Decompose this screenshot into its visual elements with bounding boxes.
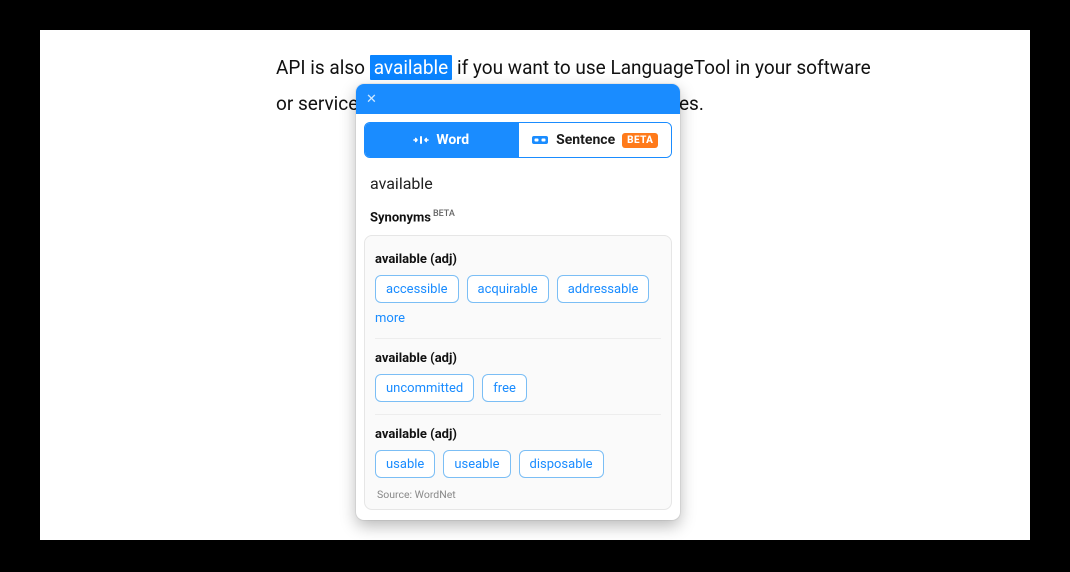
lookup-word: available	[356, 158, 680, 197]
tab-sentence[interactable]: Sentence BETA	[518, 123, 672, 157]
tabs-container: Word Sentence BETA	[356, 114, 680, 158]
source-text: Source: WordNet	[375, 486, 661, 503]
synonyms-title-text: Synonyms	[370, 210, 431, 225]
synonym-chip[interactable]: useable	[443, 450, 510, 478]
synonym-chip[interactable]: disposable	[519, 450, 604, 478]
synonyms-title: SynonymsBETA	[356, 197, 680, 231]
synonym-chip[interactable]: addressable	[557, 275, 650, 303]
sense-group: available (adj) accessible acquirable ad…	[375, 246, 661, 334]
sense-group: available (adj) usable useable disposabl…	[375, 414, 661, 486]
page: API is also available if you want to use…	[40, 30, 1030, 540]
beta-badge: BETA	[622, 133, 658, 148]
synonym-chip[interactable]: usable	[375, 450, 435, 478]
synonym-chip[interactable]: free	[482, 374, 527, 402]
sense-label: available (adj)	[375, 252, 661, 267]
more-link[interactable]: more	[375, 311, 405, 326]
popup-header: ✕	[356, 84, 680, 114]
sense-label: available (adj)	[375, 427, 661, 442]
highlighted-word[interactable]: available	[370, 55, 453, 80]
chip-row: accessible acquirable addressable more	[375, 275, 661, 326]
sense-group: available (adj) uncommitted free	[375, 338, 661, 410]
word-icon	[413, 134, 429, 146]
sentence-icon	[531, 134, 549, 146]
tab-word-label: Word	[436, 132, 469, 148]
tab-group: Word Sentence BETA	[364, 122, 672, 158]
body-text-pre: API is also	[276, 56, 370, 79]
tab-sentence-label: Sentence	[556, 132, 615, 148]
sense-label: available (adj)	[375, 351, 661, 366]
synonym-popup: ✕ Word	[356, 84, 680, 520]
synonym-chip[interactable]: uncommitted	[375, 374, 474, 402]
synonyms-card: available (adj) accessible acquirable ad…	[364, 235, 672, 510]
tab-word[interactable]: Word	[365, 123, 518, 157]
synonym-chip[interactable]: accessible	[375, 275, 459, 303]
synonyms-title-badge: BETA	[433, 209, 455, 219]
chip-row: usable useable disposable	[375, 450, 661, 478]
chip-row: uncommitted free	[375, 374, 661, 402]
synonym-chip[interactable]: acquirable	[467, 275, 549, 303]
close-icon[interactable]: ✕	[366, 93, 377, 106]
